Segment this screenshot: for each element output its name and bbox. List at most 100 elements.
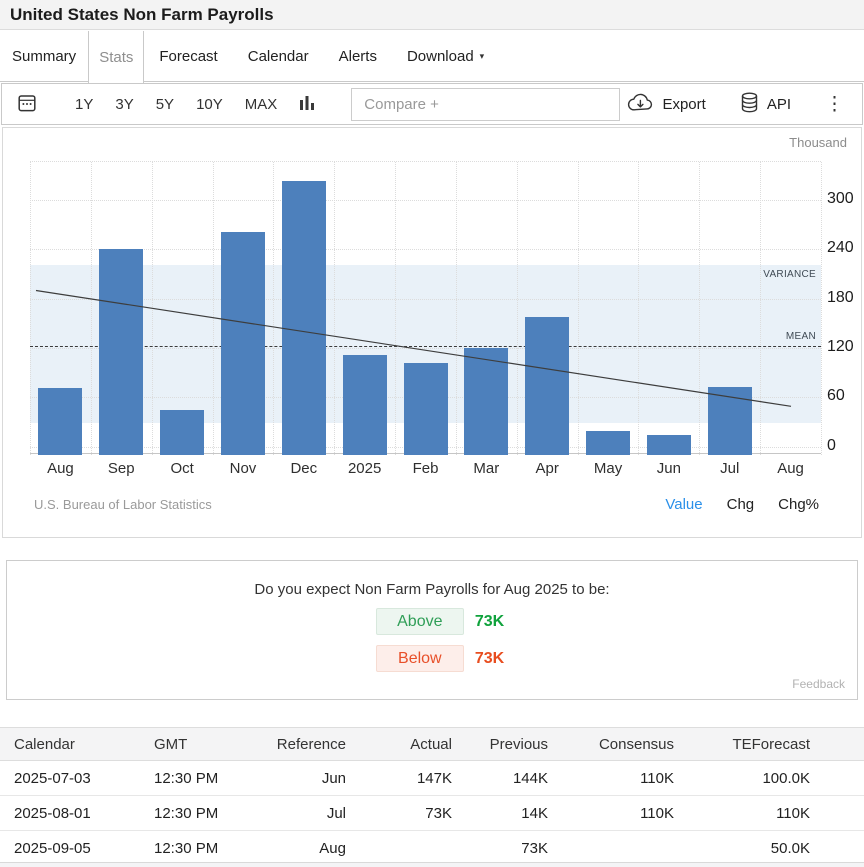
api-label: API	[767, 96, 791, 113]
range-selector: 1Y 3Y 5Y 10Y MAX	[64, 96, 288, 113]
tab-calendar[interactable]: Calendar	[233, 31, 324, 81]
column-header: GMT	[140, 728, 258, 761]
page-header: United States Non Farm Payrolls	[0, 0, 864, 30]
mode-link-chg[interactable]: Chg	[727, 496, 755, 513]
poll-question: Do you expect Non Farm Payrolls for Aug …	[7, 581, 857, 598]
chart-mode-links: Value Chg Chg%	[665, 496, 819, 513]
x-tick-label: Jun	[639, 460, 699, 477]
chart-toolbar: 1Y 3Y 5Y 10Y MAX Export API	[1, 83, 863, 125]
chevron-down-icon: ▾	[480, 51, 485, 62]
below-button[interactable]: Below	[376, 645, 464, 672]
table-cell: 110K	[548, 796, 674, 831]
x-tick-label: May	[578, 460, 638, 477]
tab-summary[interactable]: Summary	[0, 31, 88, 81]
api-button[interactable]: API	[740, 92, 791, 117]
x-axis: AugSepOctNovDec2025FebMarAprMayJunJulAug	[30, 460, 821, 480]
table-cell: 110K	[548, 761, 674, 796]
table-row[interactable]: 2025-08-0112:30 PMJul73K14K110K110K	[0, 796, 864, 831]
export-label: Export	[662, 96, 705, 113]
column-header: Actual	[346, 728, 452, 761]
trend-line	[30, 162, 821, 455]
table-cell: 2025-08-01	[0, 796, 140, 831]
column-header: Reference	[258, 728, 346, 761]
bar-chart-icon	[300, 94, 315, 115]
x-tick-label: Aug	[30, 460, 90, 477]
above-value: 73K	[475, 613, 504, 631]
date-range-button[interactable]	[16, 92, 38, 117]
x-tick-label: Apr	[517, 460, 577, 477]
x-tick-label: Feb	[396, 460, 456, 477]
x-tick-label: Jul	[700, 460, 760, 477]
table-cell: Jun	[258, 761, 346, 796]
table-cell: Aug	[258, 831, 346, 866]
table-cell: 12:30 PM	[140, 831, 258, 866]
calendar-icon	[16, 92, 38, 117]
table-cell: 50.0K	[674, 831, 864, 866]
table-cell: 144K	[452, 761, 548, 796]
poll-box: Do you expect Non Farm Payrolls for Aug …	[6, 560, 858, 700]
table-row[interactable]: 2025-07-0312:30 PMJun147K144K110K100.0K	[0, 761, 864, 796]
y-tick-label: 240	[827, 239, 854, 257]
x-tick-label: 2025	[335, 460, 395, 477]
table-cell: 147K	[346, 761, 452, 796]
table-cell: 2025-09-05	[0, 831, 140, 866]
table-cell: 14K	[452, 796, 548, 831]
table-row[interactable]: 2025-09-0512:30 PMAug 73K 50.0K	[0, 831, 864, 866]
poll-option-above: Above 73K	[15, 608, 864, 635]
y-tick-label: 60	[827, 387, 845, 405]
x-tick-label: Sep	[91, 460, 151, 477]
y-tick-label: 0	[827, 437, 836, 455]
compare-input[interactable]	[351, 88, 620, 121]
table-cell: 12:30 PM	[140, 761, 258, 796]
tab-stats[interactable]: Stats	[88, 31, 144, 83]
above-button[interactable]: Above	[376, 608, 464, 635]
toolbar-actions: Export API ⋮	[627, 92, 848, 117]
range-5y[interactable]: 5Y	[156, 96, 174, 113]
tab-download[interactable]: Download ▾	[392, 31, 499, 81]
column-header: Previous	[452, 728, 548, 761]
table-cell: 110K	[674, 796, 864, 831]
tab-download-label: Download	[407, 48, 474, 65]
feedback-link[interactable]: Feedback	[792, 677, 845, 691]
range-3y[interactable]: 3Y	[115, 96, 133, 113]
calendar-table-section: CalendarGMTReferenceActualPreviousConsen…	[0, 727, 864, 867]
poll-option-below: Below 73K	[15, 645, 864, 672]
table-cell	[548, 831, 674, 866]
column-header: Calendar	[0, 728, 140, 761]
page: United States Non Farm Payrolls Summary …	[0, 0, 864, 867]
y-tick-label: 300	[827, 190, 854, 208]
range-1y[interactable]: 1Y	[75, 96, 93, 113]
table-cell: 73K	[346, 796, 452, 831]
tab-alerts[interactable]: Alerts	[324, 31, 392, 81]
column-header: Consensus	[548, 728, 674, 761]
variance-label: VARIANCE	[763, 269, 816, 280]
plot-area: VARIANCE MEAN	[30, 161, 821, 454]
y-tick-label: 180	[827, 289, 854, 307]
gridline-vertical	[821, 162, 822, 455]
page-title: United States Non Farm Payrolls	[10, 5, 274, 25]
y-tick-label: 120	[827, 338, 854, 356]
kebab-menu-icon[interactable]: ⋮	[821, 95, 848, 114]
column-header: TEForecast	[674, 728, 864, 761]
y-axis-unit-label: Thousand	[789, 135, 847, 150]
table-cell: 12:30 PM	[140, 796, 258, 831]
tab-forecast[interactable]: Forecast	[144, 31, 232, 81]
source-attribution: U.S. Bureau of Labor Statistics	[34, 497, 212, 512]
tab-bar: Summary Stats Forecast Calendar Alerts D…	[0, 31, 864, 82]
export-button[interactable]: Export	[627, 93, 705, 116]
calendar-table: CalendarGMTReferenceActualPreviousConsen…	[0, 727, 864, 866]
table-cell: 73K	[452, 831, 548, 866]
table-cell: 100.0K	[674, 761, 864, 796]
x-tick-label: Nov	[213, 460, 273, 477]
range-10y[interactable]: 10Y	[196, 96, 223, 113]
mode-link-chgpct[interactable]: Chg%	[778, 496, 819, 513]
chart-type-button[interactable]	[300, 94, 315, 115]
mode-link-value[interactable]: Value	[665, 496, 702, 513]
x-tick-label: Aug	[761, 460, 821, 477]
table-cell: Jul	[258, 796, 346, 831]
x-tick-label: Oct	[152, 460, 212, 477]
table-header-row: CalendarGMTReferenceActualPreviousConsen…	[0, 728, 864, 761]
cloud-download-icon	[627, 93, 654, 116]
mean-label: MEAN	[786, 331, 816, 342]
range-max[interactable]: MAX	[245, 96, 278, 113]
